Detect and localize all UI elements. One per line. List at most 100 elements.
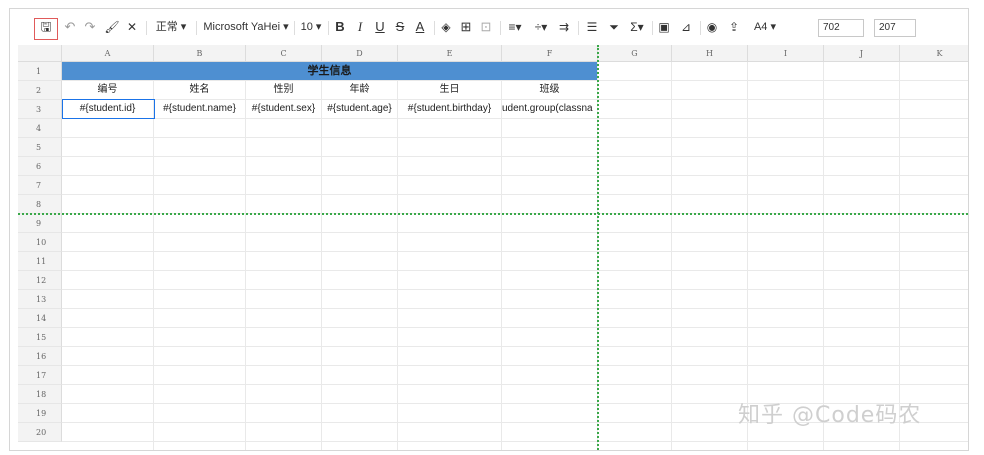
- column-gridline: [899, 62, 900, 450]
- freeze-line-horizontal: [18, 213, 968, 215]
- row-gridline: [62, 175, 968, 176]
- row-header[interactable]: 11: [18, 252, 62, 271]
- row-header[interactable]: 15: [18, 328, 62, 347]
- redo-icon[interactable]: ↷: [82, 18, 98, 36]
- row-gridline: [62, 289, 968, 290]
- separator: [500, 21, 501, 35]
- expression-cell-sex[interactable]: #{student.sex}: [246, 100, 321, 118]
- watermark: 知乎 @Code码农: [738, 403, 922, 428]
- height-input[interactable]: 207: [874, 19, 916, 37]
- title-cell[interactable]: 学生信息: [62, 62, 597, 80]
- column-gridline: [823, 62, 824, 450]
- font-size-select[interactable]: 10 ▾: [296, 18, 326, 36]
- fill-color-icon[interactable]: ◈: [438, 18, 454, 36]
- column-header[interactable]: K: [900, 45, 968, 62]
- column-header[interactable]: G: [598, 45, 672, 62]
- save-icon[interactable]: 🖫: [38, 18, 54, 36]
- text-color-icon[interactable]: A: [412, 18, 428, 36]
- column-header[interactable]: J: [824, 45, 900, 62]
- row-header[interactable]: 14: [18, 309, 62, 328]
- italic-icon[interactable]: I: [352, 18, 368, 36]
- row-gridline: [62, 232, 968, 233]
- row-header[interactable]: 20: [18, 423, 62, 442]
- header-cell-group[interactable]: 班级: [502, 81, 597, 99]
- row-gridline: [62, 308, 968, 309]
- filter-icon[interactable]: ⏷: [606, 18, 622, 36]
- column-header[interactable]: D: [322, 45, 398, 62]
- row-header[interactable]: 12: [18, 271, 62, 290]
- row-header[interactable]: 17: [18, 366, 62, 385]
- row-header[interactable]: 4: [18, 119, 62, 138]
- separator: [328, 21, 329, 35]
- column-gridline: [671, 62, 672, 450]
- column-header[interactable]: H: [672, 45, 748, 62]
- row-header[interactable]: 10: [18, 233, 62, 252]
- row-header[interactable]: 18: [18, 385, 62, 404]
- row-header[interactable]: 6: [18, 157, 62, 176]
- separator: [652, 21, 653, 35]
- border-icon[interactable]: ⊞: [458, 18, 474, 36]
- export-icon[interactable]: ⇪: [726, 18, 742, 36]
- column-gridline: [501, 62, 502, 450]
- expression-cell-group[interactable]: udent.group(classna: [502, 100, 597, 118]
- wrap-text-icon[interactable]: ⇉: [556, 18, 572, 36]
- row-header[interactable]: 2: [18, 81, 62, 100]
- column-gridline: [321, 62, 322, 450]
- preview-icon[interactable]: ◉: [704, 18, 720, 36]
- align-icon[interactable]: ≡▾: [504, 18, 526, 36]
- row-header[interactable]: 8: [18, 195, 62, 214]
- width-input[interactable]: 702: [818, 19, 864, 37]
- clear-format-icon[interactable]: ✕: [124, 18, 140, 36]
- column-header[interactable]: B: [154, 45, 246, 62]
- row-gridline: [62, 346, 968, 347]
- column-header[interactable]: A: [62, 45, 154, 62]
- row-gridline: [62, 365, 968, 366]
- format-select[interactable]: 正常 ▾: [150, 18, 192, 36]
- select-all-corner[interactable]: [18, 45, 62, 62]
- column-header[interactable]: C: [246, 45, 322, 62]
- underline-icon[interactable]: U: [372, 18, 388, 36]
- row-gridline: [62, 156, 968, 157]
- chart-icon[interactable]: ⊿: [678, 18, 694, 36]
- font-family-select[interactable]: Microsoft YaHei ▾: [200, 18, 292, 36]
- row-gridline: [62, 118, 968, 119]
- spreadsheet-grid[interactable]: ABCDEFGHIJK 1 2 3 4 5 6 7 8 9 10 11 12 13 14 15 16 17 18 1…: [10, 45, 968, 450]
- header-cell-id[interactable]: 编号: [62, 81, 153, 99]
- column-gridline: [747, 62, 748, 450]
- header-cell-age[interactable]: 年龄: [322, 81, 397, 99]
- freeze-icon[interactable]: ☰: [584, 18, 600, 36]
- separator: [196, 21, 197, 35]
- header-cell-birthday[interactable]: 生日: [398, 81, 501, 99]
- strikethrough-icon[interactable]: S: [392, 18, 408, 36]
- row-gridline: [62, 441, 968, 442]
- column-header[interactable]: I: [748, 45, 824, 62]
- paper-size-select[interactable]: A4 ▾: [748, 18, 782, 36]
- expression-cell-name[interactable]: #{student.name}: [154, 100, 245, 118]
- row-header[interactable]: 3: [18, 100, 62, 119]
- column-gridline: [397, 62, 398, 450]
- merge-cells-icon[interactable]: ⊡: [478, 18, 494, 36]
- expression-cell-birthday[interactable]: #{student.birthday}: [398, 100, 501, 118]
- expression-cell-age[interactable]: #{student.age}: [322, 100, 397, 118]
- row-gridline: [62, 384, 968, 385]
- undo-icon[interactable]: ↶: [62, 18, 78, 36]
- header-cell-name[interactable]: 姓名: [154, 81, 245, 99]
- row-header[interactable]: 7: [18, 176, 62, 195]
- image-icon[interactable]: ▣: [656, 18, 672, 36]
- row-header[interactable]: 19: [18, 404, 62, 423]
- format-painter-icon[interactable]: 🖌: [104, 18, 120, 36]
- column-gridline: [245, 62, 246, 450]
- bold-icon[interactable]: B: [332, 18, 348, 36]
- row-header[interactable]: 13: [18, 290, 62, 309]
- separator: [578, 21, 579, 35]
- header-cell-sex[interactable]: 性别: [246, 81, 321, 99]
- column-header[interactable]: F: [502, 45, 598, 62]
- sum-icon[interactable]: Σ▾: [626, 18, 648, 36]
- row-header[interactable]: 16: [18, 347, 62, 366]
- column-header[interactable]: E: [398, 45, 502, 62]
- row-header[interactable]: 9: [18, 214, 62, 233]
- valign-icon[interactable]: ÷▾: [530, 18, 552, 36]
- report-designer-window: 🖫 ↶ ↷ 🖌 ✕ 正常 ▾ Microsoft YaHei ▾ 10 ▾ B …: [9, 8, 969, 451]
- row-header[interactable]: 5: [18, 138, 62, 157]
- row-header[interactable]: 1: [18, 62, 62, 81]
